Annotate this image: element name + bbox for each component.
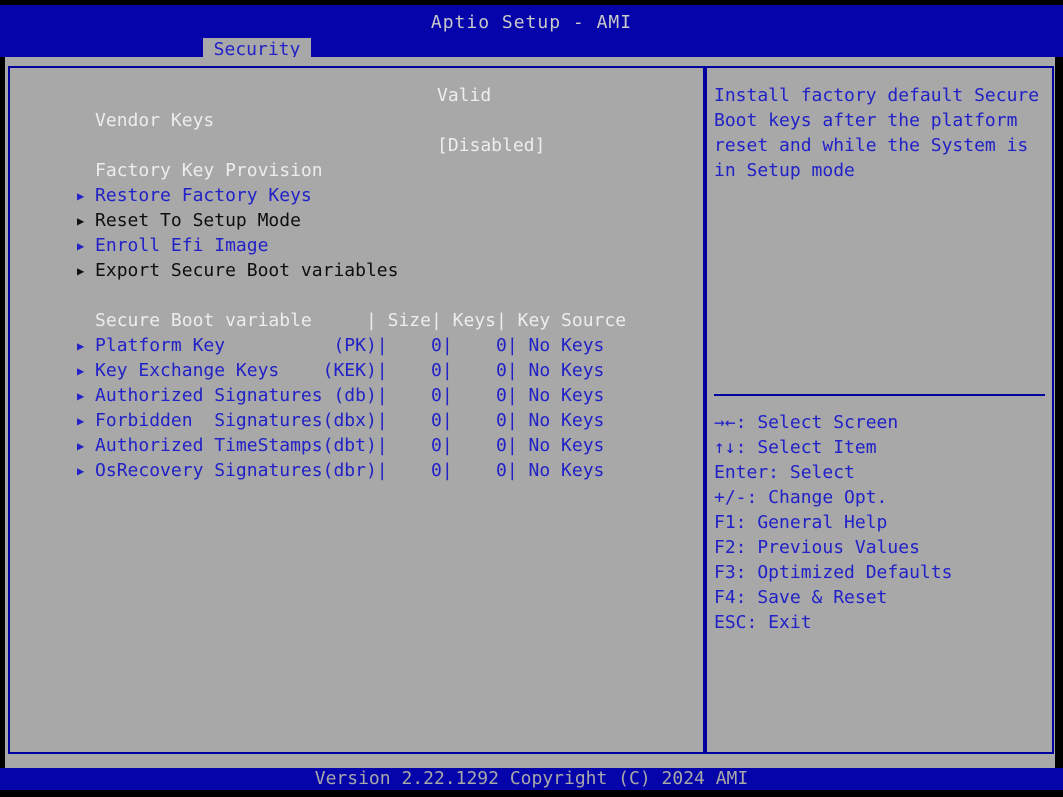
main-panel: Vendor Keys Valid Factory Key Provision …: [8, 66, 705, 754]
hint-previous-values: F2: Previous Values: [714, 535, 1048, 560]
help-line: in Setup mode: [714, 158, 1044, 183]
help-panel: Install factory default Secure Boot keys…: [705, 66, 1054, 754]
version-text: Version 2.22.1292 Copyright (C) 2024 AMI: [315, 768, 748, 789]
field-vendor-keys: Vendor Keys Valid: [10, 83, 703, 108]
page-title: Aptio Setup - AMI: [0, 5, 1063, 33]
help-line: reset and while the System is: [714, 133, 1044, 158]
key-hints: →←: Select Screen ↑↓: Select Item Enter:…: [714, 410, 1048, 635]
help-divider: [714, 394, 1045, 396]
table-row-authorized-signatures[interactable]: ▶Authorized Signatures (db)| 0| 0| No Ke…: [10, 358, 703, 383]
table-row-text: OsRecovery Signatures(dbr)| 0| 0| No Key…: [95, 460, 604, 481]
hint-change-opt: +/-: Change Opt.: [714, 485, 1048, 510]
table-row-forbidden-signatures[interactable]: ▶Forbidden Signatures(dbx)| 0| 0| No Key…: [10, 383, 703, 408]
submenu-arrow-icon: ▶: [75, 459, 95, 484]
help-line: Boot keys after the platform: [714, 108, 1044, 133]
field-label: Vendor Keys: [95, 110, 214, 131]
hint-select-screen: →←: Select Screen: [714, 410, 1048, 435]
menu-item-export-secure-boot-variables[interactable]: ▶Export Secure Boot variables: [10, 233, 703, 258]
table-row-osrecovery-signatures[interactable]: ▶OsRecovery Signatures(dbr)| 0| 0| No Ke…: [10, 433, 703, 458]
field-value[interactable]: [Disabled]: [437, 133, 545, 158]
hint-general-help: F1: General Help: [714, 510, 1048, 535]
header-bar: Aptio Setup - AMI Security: [0, 5, 1063, 57]
hint-enter-select: Enter: Select: [714, 460, 1048, 485]
secure-boot-table-header: Secure Boot variable | Size| Keys| Key S…: [10, 283, 703, 308]
field-value: Valid: [437, 83, 491, 108]
help-line: Install factory default Secure: [714, 83, 1044, 108]
menu-item-label: Export Secure Boot variables: [95, 260, 398, 281]
hint-esc-exit: ESC: Exit: [714, 610, 1048, 635]
menu-item-restore-factory-keys[interactable]: ▶Restore Factory Keys: [10, 158, 703, 183]
submenu-arrow-icon: ▶: [75, 259, 95, 284]
field-factory-key-provision[interactable]: Factory Key Provision [Disabled]: [10, 133, 703, 158]
table-row-platform-key[interactable]: ▶Platform Key (PK)| 0| 0| No Keys: [10, 308, 703, 333]
bios-screen: { "header": { "title": "Aptio Setup - AM…: [0, 0, 1063, 797]
table-row-authorized-timestamps[interactable]: ▶Authorized TimeStamps(dbt)| 0| 0| No Ke…: [10, 408, 703, 433]
hint-select-item: ↑↓: Select Item: [714, 435, 1048, 460]
menu-item-enroll-efi-image[interactable]: ▶Enroll Efi Image: [10, 208, 703, 233]
menu-item-reset-to-setup-mode[interactable]: ▶Reset To Setup Mode: [10, 183, 703, 208]
table-row-key-exchange-keys[interactable]: ▶Key Exchange Keys (KEK)| 0| 0| No Keys: [10, 333, 703, 358]
hint-save-reset: F4: Save & Reset: [714, 585, 1048, 610]
footer-bar: Version 2.22.1292 Copyright (C) 2024 AMI: [0, 768, 1063, 790]
help-text: Install factory default Secure Boot keys…: [707, 68, 1052, 183]
hint-optimized-defaults: F3: Optimized Defaults: [714, 560, 1048, 585]
